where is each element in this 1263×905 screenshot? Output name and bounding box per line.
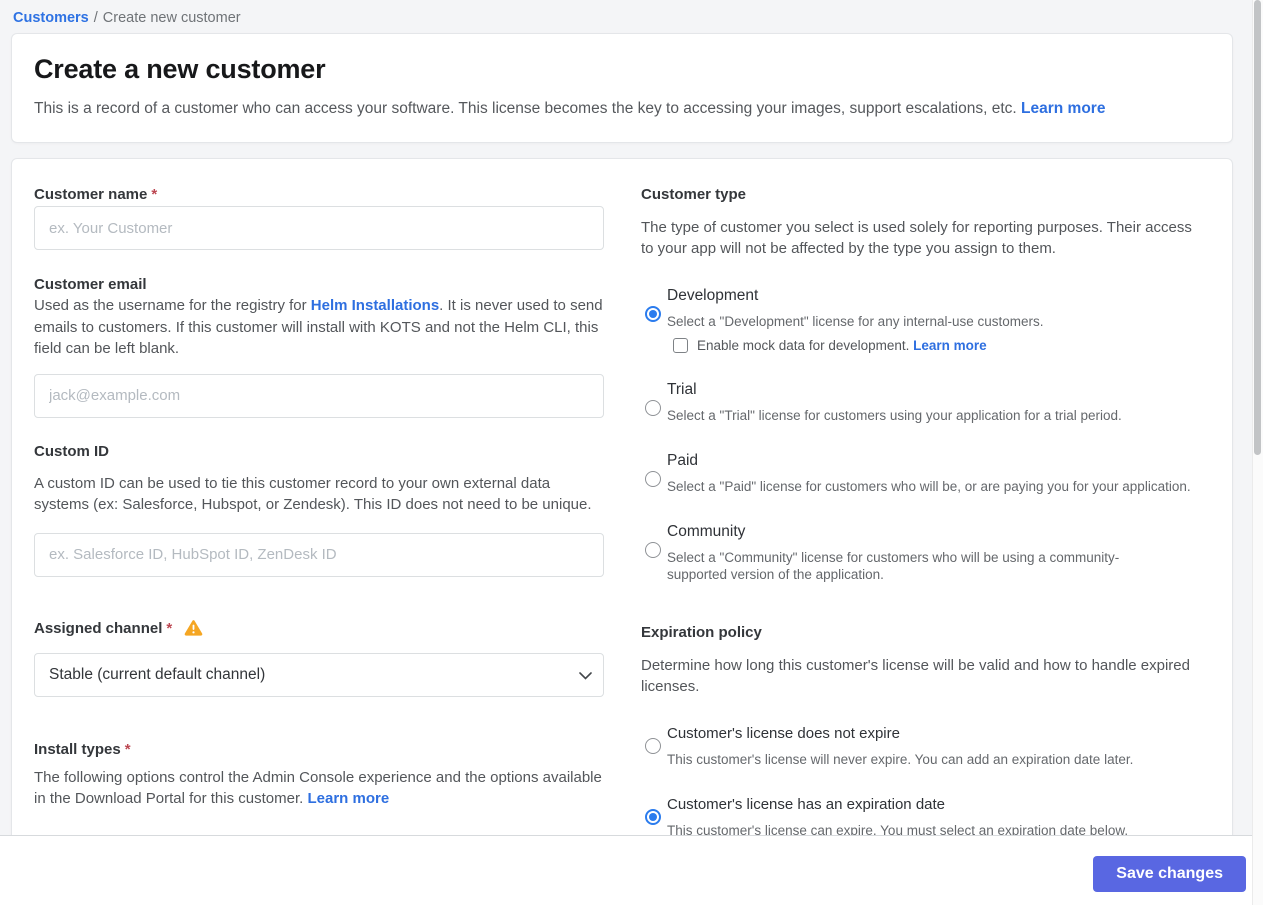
development-description: Select a "Development" license for any i… [667, 314, 1044, 329]
expiration-policy-heading: Expiration policy [641, 624, 762, 641]
warning-icon [184, 619, 203, 640]
customer-name-label-text: Customer name [34, 186, 148, 203]
assigned-channel-select[interactable]: Stable (current default channel) [34, 652, 604, 697]
trial-description: Select a "Trial" license for customers u… [667, 408, 1122, 423]
customer-email-label: Customer email [34, 276, 147, 293]
helm-installations-link[interactable]: Helm Installations [311, 297, 439, 314]
customer-type-option-development: Development Select a "Development" licen… [641, 286, 1201, 353]
breadcrumb-current: Create new customer [102, 10, 241, 26]
form-right-column: Customer type The type of customer you s… [641, 186, 1201, 839]
page-description: This is a record of a customer who can a… [34, 100, 1204, 118]
paid-label: Paid [667, 452, 699, 469]
page: Customers / Create new customer Create a n… [0, 0, 1263, 905]
breadcrumb: Customers / Create new customer [0, 0, 1263, 33]
breadcrumb-separator: / [93, 10, 98, 26]
scrollbar-thumb[interactable] [1254, 0, 1261, 455]
trial-label: Trial [667, 381, 697, 398]
install-types-required-asterisk: * [124, 740, 131, 758]
install-types-label-text: Install types [34, 740, 121, 758]
customer-name-label: Customer name * [34, 186, 604, 203]
custom-id-help: A custom ID can be used to tie this cust… [34, 474, 592, 514]
assigned-channel-label-text: Assigned channel [34, 619, 163, 637]
customer-type-option-trial: Trial Select a "Trial" license for custo… [641, 380, 1201, 424]
assigned-channel-label: Assigned channel * [34, 619, 604, 640]
install-types-label: Install types * [34, 741, 604, 758]
mock-data-learn-more-link[interactable]: Learn more [913, 338, 987, 353]
no-expire-description: This customer's license will never expir… [667, 752, 1134, 767]
assigned-channel-required-asterisk: * [166, 619, 173, 637]
customer-type-option-community: Community Select a "Community" license f… [641, 522, 1201, 583]
community-description: Select a "Community" license for custome… [667, 550, 1120, 582]
expiration-policy-description: Determine how long this customer's licen… [641, 657, 1190, 695]
has-expiration-label: Customer's license has an expiration dat… [667, 796, 946, 813]
save-changes-button[interactable]: Save changes [1093, 856, 1246, 892]
page-scrollbar[interactable] [1252, 0, 1263, 905]
customer-type-option-paid: Paid Select a "Paid" license for custome… [641, 451, 1201, 495]
header-card: Create a new customer This is a record o… [11, 33, 1233, 143]
page-description-text: This is a record of a customer who can a… [34, 100, 1017, 117]
expiration-option-no-expire: Customer's license does not expire This … [641, 724, 1201, 768]
customer-type-heading: Customer type [641, 186, 747, 203]
radio-community[interactable] [645, 542, 661, 558]
install-types-learn-more-link[interactable]: Learn more [307, 790, 389, 807]
customer-name-input[interactable] [34, 206, 604, 250]
customer-email-input[interactable] [34, 373, 604, 418]
mock-data-row: Enable mock data for development. Learn … [673, 338, 1044, 353]
custom-id-label: Custom ID [34, 442, 109, 460]
save-bar: Save changes [0, 835, 1263, 905]
community-label: Community [667, 523, 746, 540]
radio-paid[interactable] [645, 471, 661, 487]
mock-data-checkbox[interactable] [673, 338, 688, 353]
radio-license-no-expire[interactable] [645, 738, 661, 754]
header-learn-more-link[interactable]: Learn more [1021, 100, 1105, 117]
radio-trial[interactable] [645, 400, 661, 416]
customer-email-help: Used as the username for the registry fo… [34, 295, 604, 360]
customer-form-card: Customer name* Customer email Used as th… [11, 158, 1233, 850]
radio-development[interactable] [645, 306, 661, 322]
form-left-column: Customer name* Customer email Used as th… [34, 186, 604, 839]
customer-name-required-asterisk: * [151, 186, 158, 203]
page-title: Create a new customer [34, 54, 326, 84]
customer-email-help-start: Used as the username for the registry fo… [34, 297, 311, 314]
no-expire-label: Customer's license does not expire [667, 725, 900, 742]
development-label: Development [667, 287, 759, 304]
mock-data-label: Enable mock data for development. Learn … [697, 338, 987, 353]
breadcrumb-customers-link[interactable]: Customers [13, 10, 89, 26]
customer-type-description: The type of customer you select is used … [641, 219, 1192, 257]
install-types-help: The following options control the Admin … [34, 767, 604, 810]
radio-license-has-expiration[interactable] [645, 809, 661, 825]
mock-data-label-text: Enable mock data for development. [697, 338, 914, 353]
expiration-option-has-date: Customer's license has an expiration dat… [641, 795, 1201, 839]
paid-description: Select a "Paid" license for customers wh… [667, 479, 1191, 494]
custom-id-input[interactable] [34, 532, 604, 577]
